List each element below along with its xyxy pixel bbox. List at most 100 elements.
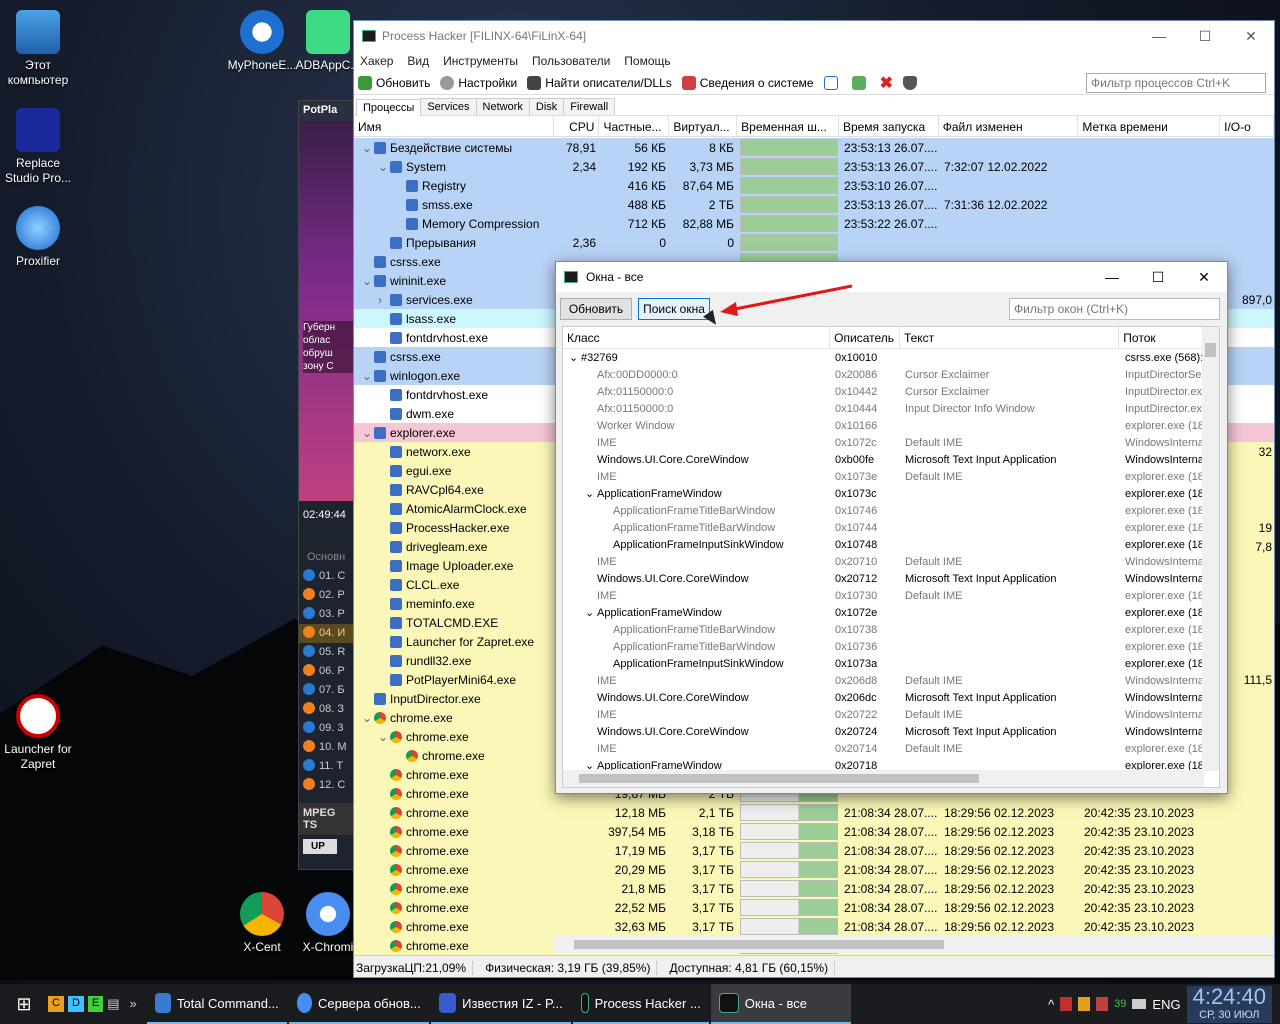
process-row[interactable]: chrome.exe 20,29 МБ 3,17 ТБ 21:08:34 28.… (354, 860, 1274, 879)
window-row[interactable]: ApplicationFrameTitleBarWindow 0x10744 e… (563, 519, 1219, 536)
language-indicator[interactable]: ENG (1152, 997, 1180, 1012)
up-button[interactable]: UP (303, 839, 337, 854)
col-virtual[interactable]: Виртуал... (669, 116, 738, 136)
playlist-item[interactable]: 04. И (299, 624, 353, 643)
expand-toggle[interactable]: ⌄ (378, 730, 390, 744)
tray-counter[interactable]: 39 (1114, 998, 1126, 1010)
window-row[interactable]: IME 0x20710 Default IME WindowsInterna (563, 553, 1219, 570)
window-button[interactable] (823, 75, 842, 90)
dialog-refresh-button[interactable]: Обновить (560, 298, 632, 320)
process-row[interactable]: chrome.exe 17,19 МБ 3,17 ТБ 21:08:34 28.… (354, 841, 1274, 860)
dialog-maximize-button[interactable]: ☐ (1135, 262, 1181, 292)
menu-users[interactable]: Пользователи (532, 54, 610, 68)
playlist-item[interactable]: 02. P (299, 586, 353, 605)
expand-toggle[interactable]: ⌄ (362, 141, 374, 155)
process-row[interactable]: chrome.exe 397,54 МБ 3,18 ТБ 21:08:34 28… (354, 822, 1274, 841)
window-row[interactable]: Windows.UI.Core.CoreWindow 0x206dc Micro… (563, 689, 1219, 706)
col-history[interactable]: Временная ш... (737, 116, 839, 136)
process-row[interactable]: chrome.exe 12,18 МБ 2,1 ТБ 21:08:34 28.0… (354, 803, 1274, 822)
col-cpu[interactable]: CPU (554, 116, 600, 136)
expand-toggle[interactable]: ⌄ (585, 606, 597, 619)
expand-toggle[interactable]: ⌄ (362, 274, 374, 288)
expand-toggle[interactable]: ⌄ (585, 487, 597, 500)
terminate-button[interactable]: ✖ (880, 73, 893, 93)
col-class[interactable]: Класс (563, 327, 831, 348)
process-row[interactable]: chrome.exe 21,8 МБ 3,17 ТБ 21:08:34 28.0… (354, 879, 1274, 898)
task-potplayer[interactable]: Известия IZ - P... (430, 984, 571, 1024)
task-process-hacker[interactable]: Process Hacker ... (572, 984, 709, 1024)
tab-firewall[interactable]: Firewall (563, 98, 616, 115)
window-row[interactable]: Worker Window 0x10166 explorer.exe (18 (563, 417, 1219, 434)
windows-dialog[interactable]: Окна - все — ☐ ✕ Обновить Поиск окна Фил… (555, 261, 1228, 794)
process-row[interactable]: Registry 416 КБ 87,64 МБ 23:53:10 26.07.… (354, 176, 1274, 195)
tab-network[interactable]: Network (475, 98, 530, 115)
dialog-minimize-button[interactable]: — (1089, 262, 1135, 292)
playlist-item[interactable]: 06. P (299, 662, 353, 681)
network-icon[interactable] (1132, 999, 1147, 1009)
window-row[interactable]: Windows.UI.Core.CoreWindow 0xb00fe Micro… (563, 451, 1219, 468)
vertical-scrollbar[interactable] (1202, 327, 1219, 771)
menu-tools[interactable]: Инструменты (443, 54, 518, 68)
window-row[interactable]: ⌄ ApplicationFrameWindow 0x1073c explorer… (563, 485, 1219, 502)
window-row[interactable]: Windows.UI.Core.CoreWindow 0x20712 Micro… (563, 570, 1219, 587)
window-row[interactable]: ApplicationFrameInputSinkWindow 0x1073a … (563, 655, 1219, 672)
quick-e[interactable]: E (87, 996, 104, 1012)
process-row[interactable]: smss.exe 488 КБ 2 ТБ 23:53:13 26.07.... … (354, 195, 1274, 214)
window-row[interactable]: IME 0x10730 Default IME explorer.exe (18 (563, 587, 1219, 604)
desktop-icon-myphone[interactable]: MyPhoneE... (224, 10, 300, 73)
menu-view[interactable]: Вид (407, 54, 429, 68)
close-button[interactable]: ✕ (1228, 21, 1274, 51)
window-row[interactable]: ApplicationFrameTitleBarWindow 0x10736 e… (563, 638, 1219, 655)
scrollbar-thumb[interactable] (1205, 343, 1216, 357)
playlist-item[interactable]: 12. C (299, 776, 353, 795)
desktop-icon-replace-studio[interactable]: Replace Studio Pro... (0, 108, 76, 186)
playlist[interactable]: 01. C 02. P 03. P 04. И 05. R 06. P 07. Б 08. З… (299, 567, 353, 795)
find-handles-button[interactable]: Найти описатели/DLLs (527, 75, 672, 90)
clock[interactable]: 4:24:40 СР, 30 ИЮЛ (1186, 985, 1272, 1023)
window-row[interactable]: Afx:00DD0000:0 0x20086 Cursor Exclaimer … (563, 366, 1219, 383)
window-row[interactable]: Windows.UI.Core.CoreWindow 0x20724 Micro… (563, 723, 1219, 740)
dialog-close-button[interactable]: ✕ (1181, 262, 1227, 292)
overflow-icon[interactable]: » (130, 996, 137, 1012)
window-row[interactable]: IME 0x206d8 Default IME WindowsInterna (563, 672, 1219, 689)
expand-toggle[interactable]: › (378, 293, 390, 307)
expand-toggle[interactable]: ⌄ (362, 426, 374, 440)
col-handle[interactable]: Описатель (830, 327, 900, 348)
task-windows-dialog[interactable]: Окна - все (710, 984, 851, 1024)
col-timestamp[interactable]: Метка времени (1078, 116, 1221, 136)
window-row[interactable]: IME 0x20714 Default IME explorer.exe (18 (563, 740, 1219, 757)
desktop-icon-this-pc[interactable]: Этот компьютер (0, 10, 76, 88)
process-row[interactable]: ⌄ Бездействие системы 78,91 56 КБ 8 КБ 23… (354, 138, 1274, 157)
col-private[interactable]: Частные... (599, 116, 670, 136)
potplayer-window[interactable]: PotPla Губерн облас обруш зону С 02:49:4… (298, 100, 354, 870)
window-row[interactable]: ApplicationFrameTitleBarWindow 0x10746 e… (563, 502, 1219, 519)
window-row[interactable]: ⌄ ApplicationFrameWindow 0x1072e explorer… (563, 604, 1219, 621)
window-row[interactable]: IME 0x20722 Default IME WindowsInterna (563, 706, 1219, 723)
goto-button[interactable] (851, 75, 870, 90)
tab-services[interactable]: Services (420, 98, 477, 115)
desktop-icon-launcher-zapret[interactable]: Launcher for Zapret (0, 694, 76, 772)
task-total-commander[interactable]: Total Command... (146, 984, 287, 1024)
process-row[interactable]: chrome.exe 22,52 МБ 3,17 ТБ 21:08:34 28.… (354, 898, 1274, 917)
playlist-item[interactable]: 09. 3 (299, 719, 353, 738)
start-button[interactable]: ⊞ (0, 984, 48, 1024)
menu-hacker[interactable]: Хакер (360, 54, 393, 68)
playlist-item[interactable]: 10. M (299, 738, 353, 757)
playlist-item[interactable]: 01. C (299, 567, 353, 586)
col-name[interactable]: Имя (354, 116, 554, 136)
tray-app-icon[interactable] (1060, 997, 1073, 1011)
process-filter-input[interactable]: Фильтр процессов Ctrl+K (1086, 73, 1266, 93)
col-io[interactable]: I/O-o (1220, 116, 1274, 136)
window-row[interactable]: Afx:01150000:0 0x10442 Cursor Exclaimer … (563, 383, 1219, 400)
tray-app-icon[interactable] (1078, 997, 1091, 1011)
window-row[interactable]: IME 0x1072c Default IME WindowsInterna (563, 434, 1219, 451)
process-row[interactable]: ⌄ System 2,34 192 КБ 3,73 МБ 23:53:13 26.… (354, 157, 1274, 176)
col-start[interactable]: Время запуска (839, 116, 939, 136)
tray-app-icon[interactable] (1096, 997, 1109, 1011)
options-button[interactable]: Настройки (440, 75, 517, 90)
process-row[interactable]: Прерывания 2,36 0 0 (354, 233, 1274, 252)
playlist-item[interactable]: 03. P (299, 605, 353, 624)
window-row[interactable]: ApplicationFrameInputSinkWindow 0x10748 … (563, 536, 1219, 553)
desktop-icon-proxifier[interactable]: Proxifier (0, 206, 76, 269)
expand-toggle[interactable]: ⌄ (362, 369, 374, 383)
